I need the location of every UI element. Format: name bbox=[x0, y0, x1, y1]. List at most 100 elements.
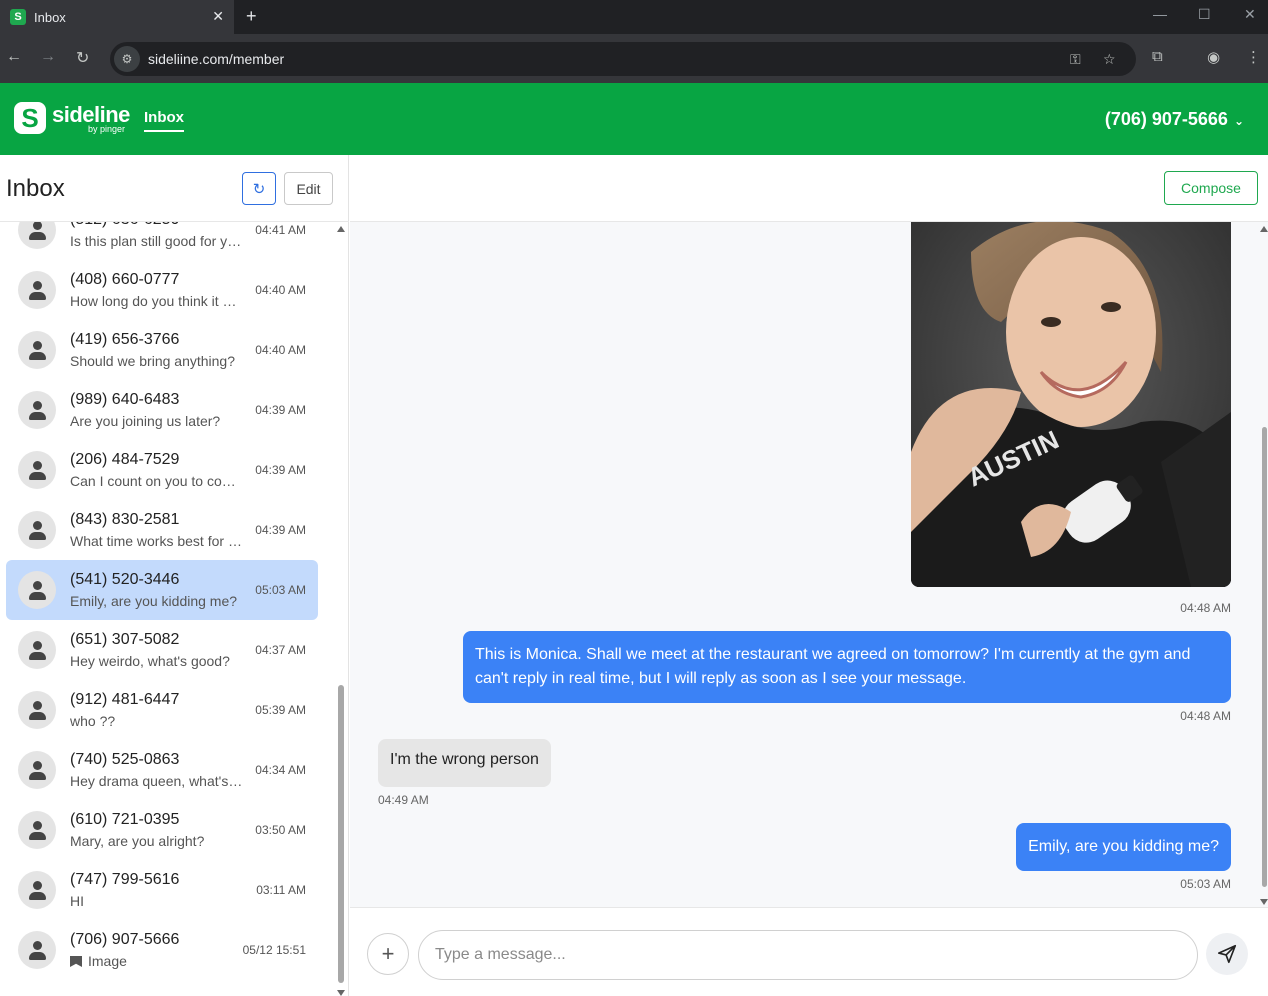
plus-icon: + bbox=[381, 941, 395, 966]
send-button[interactable] bbox=[1206, 933, 1248, 975]
minimize-icon[interactable]: — bbox=[1153, 6, 1167, 22]
conversation-time: 04:39 AM bbox=[255, 463, 306, 477]
conversation-item[interactable]: (610) 721-0395 Mary, are you alright? 03:5… bbox=[6, 800, 318, 860]
account-number-dropdown[interactable]: (706) 907-5666 ⌄ bbox=[1105, 109, 1244, 130]
conversation-number: (740) 525-0863 bbox=[70, 751, 180, 768]
sideline-logo-icon: S bbox=[14, 102, 46, 134]
preview-text: How long do you think it will take? bbox=[70, 293, 246, 309]
avatar-icon bbox=[18, 751, 56, 789]
back-icon[interactable]: ← bbox=[6, 48, 22, 66]
conversation-number: (747) 799-5616 bbox=[70, 871, 180, 888]
scroll-up-icon[interactable] bbox=[1260, 226, 1268, 232]
conversation-number: (419) 656-3766 bbox=[70, 331, 180, 348]
conversation-item[interactable]: (740) 525-0863 Hey drama queen, what's up… bbox=[6, 740, 318, 800]
send-icon bbox=[1217, 944, 1237, 964]
conversation-time: 05/12 15:51 bbox=[242, 943, 306, 957]
preview-text: Can I count on you to come? bbox=[70, 473, 246, 489]
conversation-preview: Should we bring anything? bbox=[70, 353, 246, 369]
conversation-item[interactable]: (706) 907-5666 Image 05/12 15:51 bbox=[6, 920, 318, 980]
conversation-item[interactable]: (408) 660-0777 How long do you think it w… bbox=[6, 260, 318, 320]
refresh-button[interactable]: ↻ bbox=[242, 172, 276, 205]
browser-toolbar: ← → ↻ ⚙ sideliine.com/member ⚿ ☆ ⧉ ◉ ⋮ bbox=[0, 34, 1268, 83]
conversation-time: 04:39 AM bbox=[255, 403, 306, 417]
message-time: 04:48 AM bbox=[1180, 601, 1231, 615]
conversation-item[interactable]: (419) 656-3766 Should we bring anything? 0… bbox=[6, 320, 318, 380]
site-info-icon[interactable]: ⚙ bbox=[114, 46, 140, 72]
sidebar-header: Inbox ↻ Edit bbox=[0, 155, 349, 222]
avatar-icon bbox=[18, 451, 56, 489]
conversation-time: 04:34 AM bbox=[255, 763, 306, 777]
conversation-item[interactable]: (912) 481-6447 who ?? 05:39 AM bbox=[6, 680, 318, 740]
url-text: sideliine.com/member bbox=[148, 51, 285, 67]
preview-text: Hey drama queen, what's up? bbox=[70, 773, 246, 789]
avatar-icon bbox=[18, 691, 56, 729]
preview-text: HI bbox=[70, 893, 84, 909]
address-bar[interactable]: ⚙ sideliine.com/member ⚿ ☆ bbox=[110, 42, 1136, 76]
close-tab-icon[interactable]: ✕ bbox=[212, 8, 224, 25]
conversation-time: 04:37 AM bbox=[255, 643, 306, 657]
conversation-number: (651) 307-5082 bbox=[70, 631, 180, 648]
conversation-preview: Hey weirdo, what's good? bbox=[70, 653, 246, 669]
close-window-icon[interactable]: ✕ bbox=[1244, 6, 1256, 23]
conversation-preview: HI bbox=[70, 893, 246, 909]
reload-icon[interactable]: ↻ bbox=[76, 48, 89, 68]
scroll-up-icon[interactable] bbox=[337, 226, 345, 232]
preview-text: Hey weirdo, what's good? bbox=[70, 653, 230, 669]
conversation-item[interactable]: (747) 799-5616 HI 03:11 AM bbox=[6, 860, 318, 920]
bookmark-star-icon[interactable]: ☆ bbox=[1103, 51, 1116, 68]
thread-scrollbar[interactable] bbox=[1260, 222, 1268, 907]
password-key-icon[interactable]: ⚿ bbox=[1070, 51, 1081, 68]
sidebar-scrollbar[interactable] bbox=[336, 222, 346, 996]
conversation-item[interactable]: (989) 640-6483 Are you joining us later? 0… bbox=[6, 380, 318, 440]
maximize-icon[interactable]: ☐ bbox=[1198, 6, 1211, 23]
avatar-icon bbox=[18, 571, 56, 609]
attach-button[interactable]: + bbox=[367, 933, 409, 975]
preview-text: What time works best for you? bbox=[70, 533, 246, 549]
scroll-down-icon[interactable] bbox=[1260, 899, 1268, 905]
scroll-down-icon[interactable] bbox=[337, 990, 345, 996]
conversation-preview: Is this plan still good for you? bbox=[70, 233, 246, 249]
tab-search-icon[interactable]: ⧉ bbox=[1152, 48, 1163, 65]
profile-icon[interactable]: ◉ bbox=[1207, 48, 1220, 66]
outgoing-message-bubble[interactable]: This is Monica. Shall we meet at the res… bbox=[463, 631, 1231, 703]
forward-icon[interactable]: → bbox=[40, 48, 56, 66]
compose-button[interactable]: Compose bbox=[1164, 171, 1258, 205]
conversation-number: (706) 907-5666 bbox=[70, 931, 180, 948]
conversation-time: 04:40 AM bbox=[255, 343, 306, 357]
preview-text: Is this plan still good for you? bbox=[70, 233, 246, 249]
preview-text: who ?? bbox=[70, 713, 116, 729]
message-thread[interactable]: AUSTIN 04:48 AM This is Monica. Shall we… bbox=[350, 222, 1268, 907]
conversation-list-viewport[interactable]: (512) 636-6250 Is this plan still good fo… bbox=[0, 222, 349, 996]
new-tab-icon[interactable]: + bbox=[246, 6, 257, 27]
conversation-time: 04:41 AM bbox=[255, 223, 306, 237]
conversation-time: 05:39 AM bbox=[255, 703, 306, 717]
preview-text: Are you joining us later? bbox=[70, 413, 221, 429]
incoming-message-bubble[interactable]: I'm the wrong person bbox=[378, 739, 551, 787]
conversation-time: 05:03 AM bbox=[255, 583, 306, 597]
message-input[interactable] bbox=[418, 930, 1198, 980]
conversation-number: (541) 520-3446 bbox=[70, 571, 180, 588]
conversation-item[interactable]: (843) 830-2581 What time works best for y… bbox=[6, 500, 318, 560]
nav-inbox-link[interactable]: Inbox bbox=[144, 109, 184, 132]
browser-tab-strip: S Inbox ✕ + — ☐ ✕ bbox=[0, 0, 1268, 34]
conversation-item[interactable]: (512) 636-6250 Is this plan still good fo… bbox=[6, 222, 318, 260]
conversation-number: (843) 830-2581 bbox=[70, 511, 180, 528]
preview-text: Emily, are you kidding me? bbox=[70, 593, 238, 609]
conversation-item[interactable]: (541) 520-3446 Emily, are you kidding me?… bbox=[6, 560, 318, 620]
conversation-time: 03:50 AM bbox=[255, 823, 306, 837]
outgoing-message-bubble[interactable]: Emily, are you kidding me? bbox=[1016, 823, 1231, 871]
scrollbar-thumb[interactable] bbox=[338, 685, 344, 983]
conversation-item[interactable]: (206) 484-7529 Can I count on you to come… bbox=[6, 440, 318, 500]
menu-kebab-icon[interactable]: ⋮ bbox=[1246, 48, 1261, 66]
avatar-icon bbox=[18, 331, 56, 369]
chevron-down-icon: ⌄ bbox=[1233, 114, 1244, 128]
conversation-item[interactable]: (651) 307-5082 Hey weirdo, what's good? 04… bbox=[6, 620, 318, 680]
scrollbar-thumb[interactable] bbox=[1262, 427, 1267, 887]
message-photo[interactable]: AUSTIN bbox=[911, 222, 1231, 587]
avatar-icon bbox=[18, 511, 56, 549]
browser-tab[interactable]: S Inbox ✕ bbox=[0, 0, 234, 34]
edit-button[interactable]: Edit bbox=[284, 172, 333, 205]
avatar-icon bbox=[18, 222, 56, 249]
conversation-preview: who ?? bbox=[70, 713, 246, 729]
conversation-preview: Can I count on you to come? bbox=[70, 473, 246, 489]
